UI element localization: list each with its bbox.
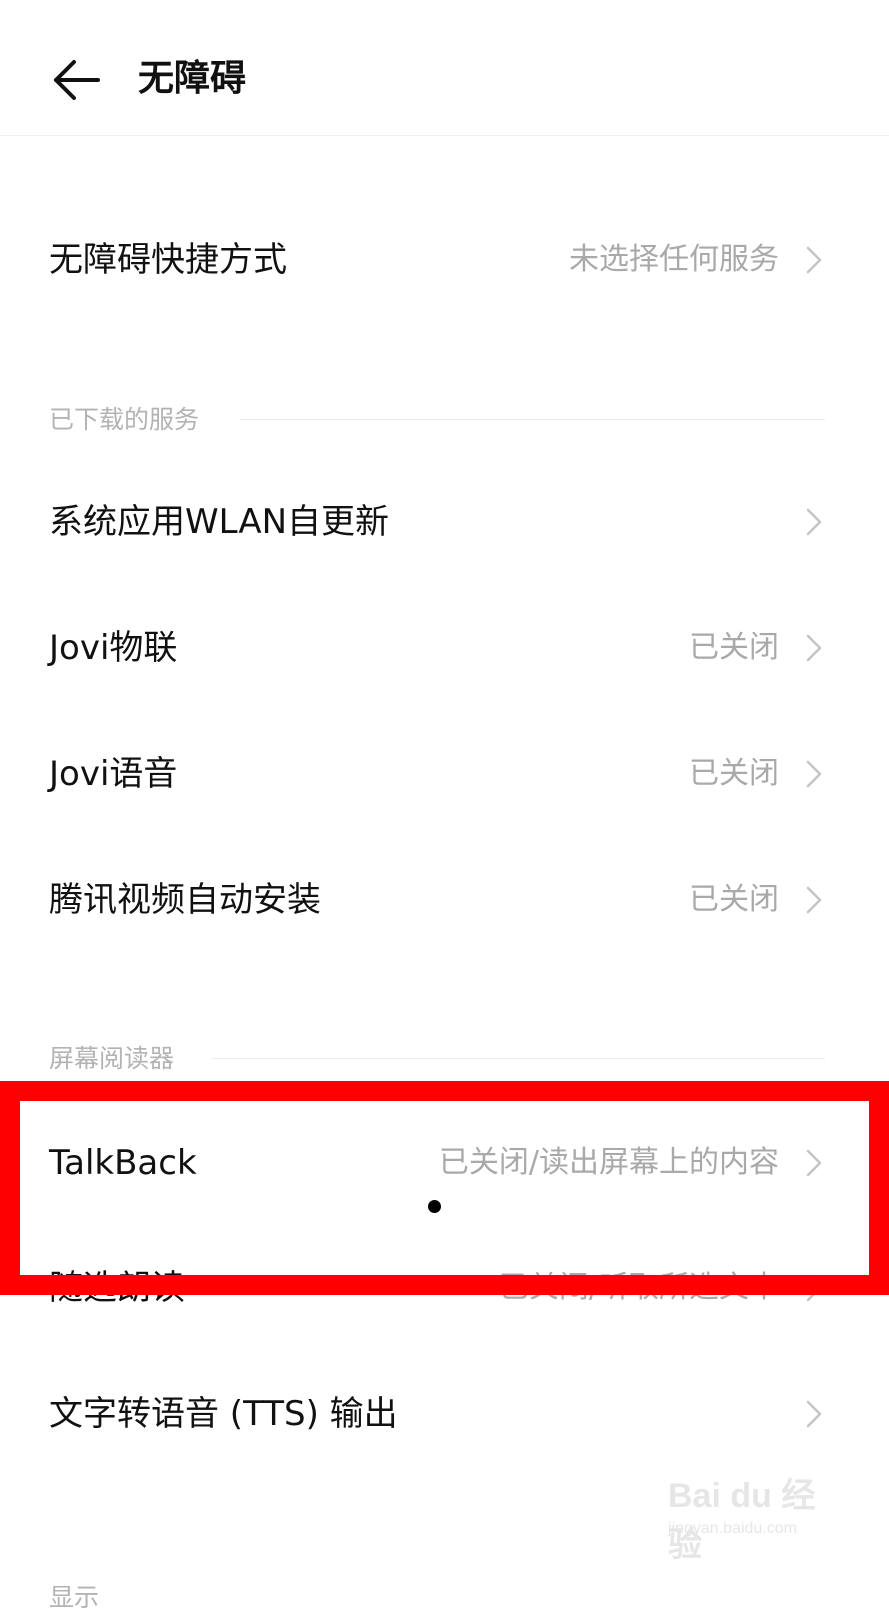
watermark-url: jingyan.baidu.com bbox=[668, 1520, 797, 1537]
list-item-jovi-voice[interactable]: Jovi语音 已关闭 bbox=[0, 711, 889, 837]
accessibility-shortcut-row[interactable]: 无障碍快捷方式 未选择任何服务 bbox=[0, 197, 889, 323]
chevron-right-icon bbox=[806, 508, 822, 536]
chevron-right-icon bbox=[806, 246, 822, 274]
chevron-right-icon bbox=[806, 760, 822, 788]
row-label: TalkBack bbox=[49, 1143, 197, 1183]
section-title-display: 显示 bbox=[49, 1583, 100, 1612]
list-item-tts-output[interactable]: 文字转语音 (TTS) 输出 bbox=[0, 1351, 889, 1477]
back-button[interactable] bbox=[44, 48, 108, 112]
app-header: 无障碍 bbox=[0, 0, 889, 136]
row-label: 无障碍快捷方式 bbox=[49, 240, 287, 280]
row-label: 文字转语音 (TTS) 输出 bbox=[49, 1394, 398, 1434]
section-divider bbox=[212, 1058, 825, 1059]
row-value: 已关闭/听取所选文本 bbox=[498, 1270, 779, 1305]
row-value: 已关闭 bbox=[689, 630, 779, 665]
row-value: 已关闭 bbox=[689, 882, 779, 917]
watermark-brand: Bai du 经验 bbox=[668, 1477, 816, 1564]
list-item-jovi-iot[interactable]: Jovi物联 已关闭 bbox=[0, 585, 889, 711]
row-label: 系统应用WLAN自更新 bbox=[49, 502, 390, 542]
section-title-downloaded: 已下载的服务 bbox=[49, 405, 200, 434]
row-label: 随选朗读 bbox=[49, 1268, 185, 1308]
tap-indicator-dot bbox=[428, 1200, 441, 1213]
list-item-talkback[interactable]: TalkBack 已关闭/读出屏幕上的内容 bbox=[0, 1100, 889, 1226]
row-value: 未选择任何服务 bbox=[569, 242, 779, 277]
list-item-select-to-speak[interactable]: 随选朗读 已关闭/听取所选文本 bbox=[0, 1225, 889, 1351]
list-item-wlan-update[interactable]: 系统应用WLAN自更新 bbox=[0, 459, 889, 585]
row-label: Jovi物联 bbox=[49, 628, 178, 668]
chevron-right-icon bbox=[806, 1149, 822, 1177]
section-title-screen-reader: 屏幕阅读器 bbox=[49, 1044, 175, 1073]
section-divider bbox=[240, 419, 825, 420]
back-arrow-icon bbox=[54, 60, 100, 100]
page-title: 无障碍 bbox=[138, 58, 247, 99]
row-value: 已关闭/读出屏幕上的内容 bbox=[438, 1145, 779, 1180]
chevron-right-icon bbox=[806, 634, 822, 662]
chevron-right-icon bbox=[806, 1274, 822, 1302]
chevron-right-icon bbox=[806, 886, 822, 914]
watermark-logo: Bai du 经验 jingyan.baidu.com bbox=[668, 1468, 828, 1564]
chevron-right-icon bbox=[806, 1400, 822, 1428]
row-value: 已关闭 bbox=[689, 756, 779, 791]
list-item-tencent-video-install[interactable]: 腾讯视频自动安装 已关闭 bbox=[0, 837, 889, 963]
row-label: Jovi语音 bbox=[49, 754, 178, 794]
row-label: 腾讯视频自动安装 bbox=[49, 880, 321, 920]
